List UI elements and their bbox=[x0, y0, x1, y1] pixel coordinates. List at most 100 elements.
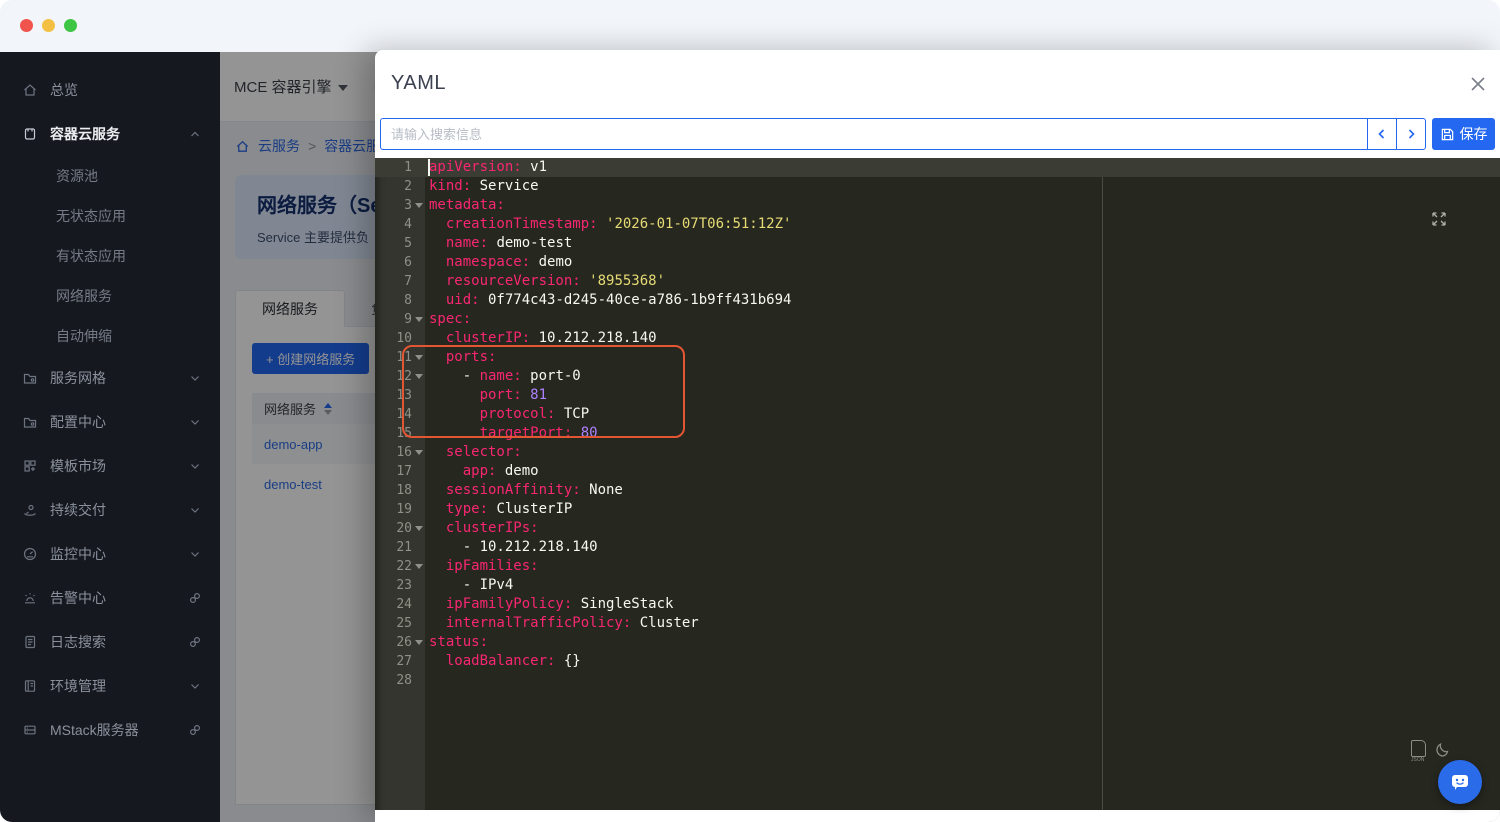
close-window-button[interactable] bbox=[20, 19, 33, 32]
sidebar-item-mstack-server[interactable]: MStack服务器 bbox=[0, 708, 220, 752]
code-line-10[interactable]: 10 clusterIP: 10.212.218.140 bbox=[375, 329, 1500, 348]
line-number[interactable]: 16 bbox=[375, 443, 425, 462]
sidebar-item-service-mesh[interactable]: 服务网格 bbox=[0, 356, 220, 400]
code-line-15[interactable]: 15 targetPort: 80 bbox=[375, 424, 1500, 443]
code-line-13[interactable]: 13 port: 81 bbox=[375, 386, 1500, 405]
code-text: loadBalancer: {} bbox=[425, 652, 581, 671]
sidebar-subitem[interactable]: 自动伸缩 bbox=[0, 316, 220, 356]
line-number: 21 bbox=[375, 538, 425, 557]
sidebar-item-template-market[interactable]: 模板市场 bbox=[0, 444, 220, 488]
sidebar-item-label: 服务网格 bbox=[50, 368, 188, 388]
sidebar-item-env-management[interactable]: 环境管理 bbox=[0, 664, 220, 708]
line-number: 2 bbox=[375, 177, 425, 196]
line-number[interactable]: 26 bbox=[375, 633, 425, 652]
search-input[interactable] bbox=[380, 118, 1368, 150]
sidebar-subitem[interactable]: 无状态应用 bbox=[0, 196, 220, 236]
chevron-down-icon bbox=[188, 503, 202, 517]
code-text: port: 81 bbox=[425, 386, 547, 405]
fold-arrow-icon[interactable] bbox=[415, 450, 423, 455]
save-icon bbox=[1440, 127, 1455, 142]
titlebar bbox=[0, 0, 1500, 52]
sidebar-item-continuous-delivery[interactable]: 持续交付 bbox=[0, 488, 220, 532]
code-line-9[interactable]: 9spec: bbox=[375, 310, 1500, 329]
code-line-5[interactable]: 5 name: demo-test bbox=[375, 234, 1500, 253]
fold-arrow-icon[interactable] bbox=[415, 203, 423, 208]
code-line-2[interactable]: 2kind: Service bbox=[375, 177, 1500, 196]
fullscreen-icon[interactable] bbox=[1430, 210, 1448, 228]
code-line-20[interactable]: 20 clusterIPs: bbox=[375, 519, 1500, 538]
zoom-window-button[interactable] bbox=[64, 19, 77, 32]
fold-arrow-icon[interactable] bbox=[415, 640, 423, 645]
sidebar-item-label: 监控中心 bbox=[50, 544, 188, 564]
sidebar-item-alert-center[interactable]: 告警中心 bbox=[0, 576, 220, 620]
line-number: 25 bbox=[375, 614, 425, 633]
line-number: 28 bbox=[375, 671, 425, 690]
support-chat-button[interactable] bbox=[1438, 760, 1482, 804]
code-line-27[interactable]: 27 loadBalancer: {} bbox=[375, 652, 1500, 671]
code-line-19[interactable]: 19 type: ClusterIP bbox=[375, 500, 1500, 519]
line-number: 24 bbox=[375, 595, 425, 614]
yaml-editor[interactable]: 1apiVersion: v12kind: Service3metadata:4… bbox=[375, 158, 1500, 810]
text-cursor bbox=[428, 159, 430, 176]
close-icon[interactable] bbox=[1468, 74, 1488, 94]
code-line-23[interactable]: 23 - IPv4 bbox=[375, 576, 1500, 595]
sidebar-item-container-service[interactable]: 容器云服务 bbox=[0, 112, 220, 156]
sidebar-item-config-center[interactable]: 配置中心 bbox=[0, 400, 220, 444]
line-number: 8 bbox=[375, 291, 425, 310]
code-text: internalTrafficPolicy: Cluster bbox=[425, 614, 699, 633]
code-line-11[interactable]: 11 ports: bbox=[375, 348, 1500, 367]
line-number[interactable]: 22 bbox=[375, 557, 425, 576]
line-number[interactable]: 9 bbox=[375, 310, 425, 329]
code-line-8[interactable]: 8 uid: 0f774c43-d245-40ce-a786-1b9ff431b… bbox=[375, 291, 1500, 310]
search-prev-button[interactable] bbox=[1367, 118, 1397, 150]
fold-arrow-icon[interactable] bbox=[415, 355, 423, 360]
sidebar-subitem[interactable]: 资源池 bbox=[0, 156, 220, 196]
code-line-14[interactable]: 14 protocol: TCP bbox=[375, 405, 1500, 424]
dark-mode-moon-icon[interactable] bbox=[1434, 740, 1452, 758]
line-number[interactable]: 3 bbox=[375, 196, 425, 215]
code-line-4[interactable]: 4 creationTimestamp: '2026-01-07T06:51:1… bbox=[375, 215, 1500, 234]
line-number[interactable]: 11 bbox=[375, 348, 425, 367]
code-lines: 1apiVersion: v12kind: Service3metadata:4… bbox=[375, 158, 1500, 690]
sidebar-subitem[interactable]: 网络服务 bbox=[0, 276, 220, 316]
code-line-16[interactable]: 16 selector: bbox=[375, 443, 1500, 462]
code-line-25[interactable]: 25 internalTrafficPolicy: Cluster bbox=[375, 614, 1500, 633]
sidebar-item-monitor-center[interactable]: 监控中心 bbox=[0, 532, 220, 576]
sidebar-item-log-search[interactable]: 日志搜索 bbox=[0, 620, 220, 664]
code-line-24[interactable]: 24 ipFamilyPolicy: SingleStack bbox=[375, 595, 1500, 614]
json-mode-icon[interactable]: JSON bbox=[1411, 740, 1426, 757]
line-number: 23 bbox=[375, 576, 425, 595]
code-line-28[interactable]: 28 bbox=[375, 671, 1500, 690]
code-line-7[interactable]: 7 resourceVersion: '8955368' bbox=[375, 272, 1500, 291]
code-text: selector: bbox=[425, 443, 522, 462]
code-line-1[interactable]: 1apiVersion: v1 bbox=[375, 158, 1500, 177]
sidebar-item-home[interactable]: 总览 bbox=[0, 68, 220, 112]
code-line-26[interactable]: 26status: bbox=[375, 633, 1500, 652]
code-line-17[interactable]: 17 app: demo bbox=[375, 462, 1500, 481]
save-button-label: 保存 bbox=[1460, 124, 1488, 144]
fold-arrow-icon[interactable] bbox=[415, 374, 423, 379]
line-number[interactable]: 20 bbox=[375, 519, 425, 538]
line-number: 27 bbox=[375, 652, 425, 671]
code-line-18[interactable]: 18 sessionAffinity: None bbox=[375, 481, 1500, 500]
search-next-button[interactable] bbox=[1396, 118, 1426, 150]
line-number[interactable]: 12 bbox=[375, 367, 425, 386]
line-number: 1 bbox=[375, 158, 425, 177]
code-text: status: bbox=[425, 633, 488, 652]
yaml-modal: YAML 保存 1apiVersion: v12kind: Service3me… bbox=[375, 50, 1500, 822]
code-line-6[interactable]: 6 namespace: demo bbox=[375, 253, 1500, 272]
sidebar-subitem[interactable]: 有状态应用 bbox=[0, 236, 220, 276]
save-button[interactable]: 保存 bbox=[1432, 118, 1495, 150]
app-window: 总览容器云服务资源池无状态应用有状态应用网络服务自动伸缩服务网格配置中心模板市场… bbox=[0, 0, 1500, 822]
code-line-3[interactable]: 3metadata: bbox=[375, 196, 1500, 215]
code-line-12[interactable]: 12 - name: port-0 bbox=[375, 367, 1500, 386]
minimize-window-button[interactable] bbox=[42, 19, 55, 32]
fold-arrow-icon[interactable] bbox=[415, 317, 423, 322]
fold-arrow-icon[interactable] bbox=[415, 564, 423, 569]
service-mesh-icon bbox=[22, 370, 38, 386]
code-line-21[interactable]: 21 - 10.212.218.140 bbox=[375, 538, 1500, 557]
code-line-22[interactable]: 22 ipFamilies: bbox=[375, 557, 1500, 576]
fold-arrow-icon[interactable] bbox=[415, 526, 423, 531]
line-number: 17 bbox=[375, 462, 425, 481]
code-text: creationTimestamp: '2026-01-07T06:51:12Z… bbox=[425, 215, 791, 234]
